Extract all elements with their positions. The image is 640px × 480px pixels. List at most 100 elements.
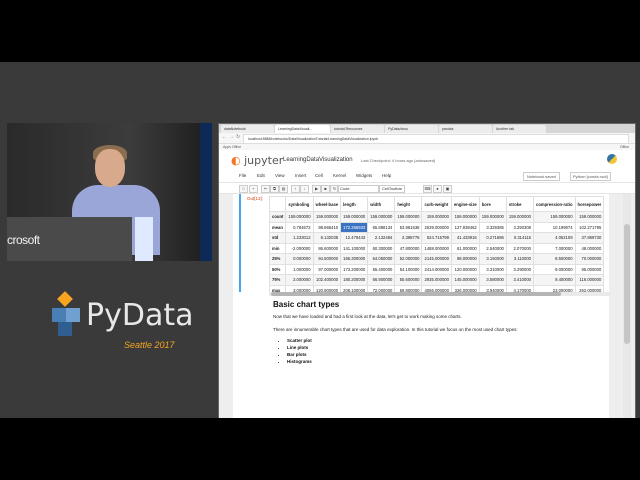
browser-tab[interactable]: tutorial-Resources xyxy=(331,125,384,133)
table-cell: 9.400000 xyxy=(533,274,576,286)
list-item: Histograms xyxy=(287,358,312,365)
kernel-indicator[interactable]: Python [conda root] xyxy=(570,172,611,181)
cell-toolbar-button[interactable]: CellToolbar xyxy=(379,185,406,193)
menu-cell[interactable]: Cell xyxy=(315,173,323,178)
table-cell: 3.110000 xyxy=(505,253,535,265)
table-cell: 0.271686 xyxy=(478,232,507,244)
jupyter-logo[interactable]: ◐ jupyter xyxy=(231,154,283,167)
markdown-paragraph: Now that we have loaded and had a first … xyxy=(273,314,462,319)
pydata-event: Seattle 2017 xyxy=(124,340,175,350)
table-cell: 94.500000 xyxy=(312,253,342,265)
table-cell: 173.200000 xyxy=(340,263,369,275)
horizontal-scrollbar[interactable] xyxy=(269,292,611,296)
table-cell: 48.000000 xyxy=(574,242,605,254)
back-icon[interactable]: ← xyxy=(222,134,227,140)
row-label: min xyxy=(268,242,287,254)
horizontal-scroll-thumb[interactable] xyxy=(271,292,561,296)
row-label: count xyxy=(268,211,287,223)
table-cell-selected: 172.256933 xyxy=(340,221,369,233)
up-icon[interactable]: ↑ xyxy=(291,185,300,193)
table-cell: 65.888134 xyxy=(367,221,396,233)
table-cell: 97.000000 xyxy=(312,263,342,275)
copy-icon[interactable]: ⧉ xyxy=(270,185,279,193)
python-logo-icon xyxy=(607,154,617,164)
paste-icon[interactable]: ▤ xyxy=(279,185,288,193)
dataframe-header: symboling wheel-base length width height curb… xyxy=(268,196,605,212)
table-row: 50% 1.000000 97.000000 173.200000 65.400000 5… xyxy=(268,263,605,275)
url-input[interactable]: localhost:8888/notebooks/DataVisualizati… xyxy=(243,134,629,144)
browser-tab[interactable]: dataNotebook xyxy=(221,125,274,133)
pydata-logo: PyData Seattle 2017 xyxy=(52,288,212,364)
checkpoint-status: Last Checkpoint: 4 hours ago (autosaved) xyxy=(361,158,436,163)
table-cell: 1.233012 xyxy=(285,232,314,244)
table-cell: 8.500000 xyxy=(533,253,576,265)
keyboard-icon[interactable]: ⌨ xyxy=(423,185,432,193)
column-header: length xyxy=(340,196,369,212)
plus-icon[interactable]: + xyxy=(249,185,258,193)
browser-tab[interactable]: Another tab xyxy=(493,125,546,133)
menu-kernel[interactable]: Kernel xyxy=(333,173,346,178)
table-cell: 53.861538 xyxy=(394,221,423,233)
stop-icon[interactable]: ■ xyxy=(321,185,330,193)
column-header: compression-ratio xyxy=(533,196,576,212)
record-icon[interactable]: ● xyxy=(433,185,442,193)
pydata-wordmark: PyData xyxy=(86,298,194,333)
table-cell: 86.600000 xyxy=(312,242,342,254)
table-cell: 7.000000 xyxy=(533,242,576,254)
table-cell: 2.398778 xyxy=(394,232,423,244)
table-cell: 159.000000 xyxy=(394,211,423,223)
menu-bar: File Edit View Insert Cell Kernel Widget… xyxy=(219,172,635,183)
down-icon[interactable]: ↓ xyxy=(300,185,309,193)
table-cell: 159.000000 xyxy=(285,211,314,223)
notebook-title[interactable]: LearningDataVisualization xyxy=(283,157,353,163)
vertical-scrollbar[interactable] xyxy=(623,194,631,418)
table-cell: 52.000000 xyxy=(394,253,423,265)
table-cell: 159.000000 xyxy=(574,211,605,223)
table-cell: 116.000000 xyxy=(574,274,605,286)
list-item: Bar plots xyxy=(287,351,312,358)
column-header: width xyxy=(367,196,396,212)
menu-file[interactable]: File xyxy=(239,173,246,178)
run-icon[interactable]: ▶ xyxy=(312,185,321,193)
table-cell: 159.000000 xyxy=(312,211,342,223)
cut-icon[interactable]: ✂ xyxy=(261,185,270,193)
cell-type-select[interactable]: Code xyxy=(337,185,379,193)
save-icon[interactable]: □ xyxy=(239,185,248,193)
browser-tab-active[interactable]: LearningDataVisuali... xyxy=(275,125,330,133)
browser-tab[interactable]: PyData/docs xyxy=(385,125,438,133)
table-cell: 2539.000000 xyxy=(421,221,452,233)
table-cell: 3.329385 xyxy=(478,221,507,233)
table-cell: 159.000000 xyxy=(450,211,480,223)
table-cell: 3.250308 xyxy=(505,221,535,233)
table-cell: 70.000000 xyxy=(574,253,605,265)
menu-widgets[interactable]: Widgets xyxy=(356,173,372,178)
table-cell: 166.300000 xyxy=(340,253,369,265)
table-cell: 61.000000 xyxy=(450,242,480,254)
vertical-scroll-thumb[interactable] xyxy=(624,224,630,344)
table-cell: 3.290000 xyxy=(505,263,535,275)
table-cell: 47.800000 xyxy=(394,242,423,254)
list-item: Scatter plot xyxy=(287,337,312,344)
table-cell: 2.000000 xyxy=(285,274,314,286)
forward-icon[interactable]: → xyxy=(229,134,234,140)
table-cell: 159.000000 xyxy=(340,211,369,223)
menu-insert[interactable]: Insert xyxy=(295,173,306,178)
table-cell: 3.580000 xyxy=(478,274,507,286)
reload-icon[interactable]: ↻ xyxy=(236,134,240,140)
menu-help[interactable]: Help xyxy=(382,173,391,178)
column-header: symboling xyxy=(285,196,314,212)
table-cell: 98.666410 xyxy=(312,221,342,233)
speaker-video: crosoft xyxy=(7,123,212,261)
table-cell: -2.000000 xyxy=(285,242,314,254)
browser-tab[interactable]: pandas xyxy=(439,125,492,133)
menu-view[interactable]: View xyxy=(275,173,285,178)
row-label: std xyxy=(268,232,287,244)
media-icon[interactable]: ▣ xyxy=(443,185,452,193)
table-cell: 524.715799 xyxy=(421,232,452,244)
menu-edit[interactable]: Edit xyxy=(257,173,265,178)
table-cell: 159.000000 xyxy=(533,211,576,223)
table-cell: 145.000000 xyxy=(450,274,480,286)
markdown-paragraph: There are innumerable chart types that a… xyxy=(273,327,518,332)
column-header: wheel-base xyxy=(312,196,342,212)
table-cell: 60.300000 xyxy=(367,242,396,254)
